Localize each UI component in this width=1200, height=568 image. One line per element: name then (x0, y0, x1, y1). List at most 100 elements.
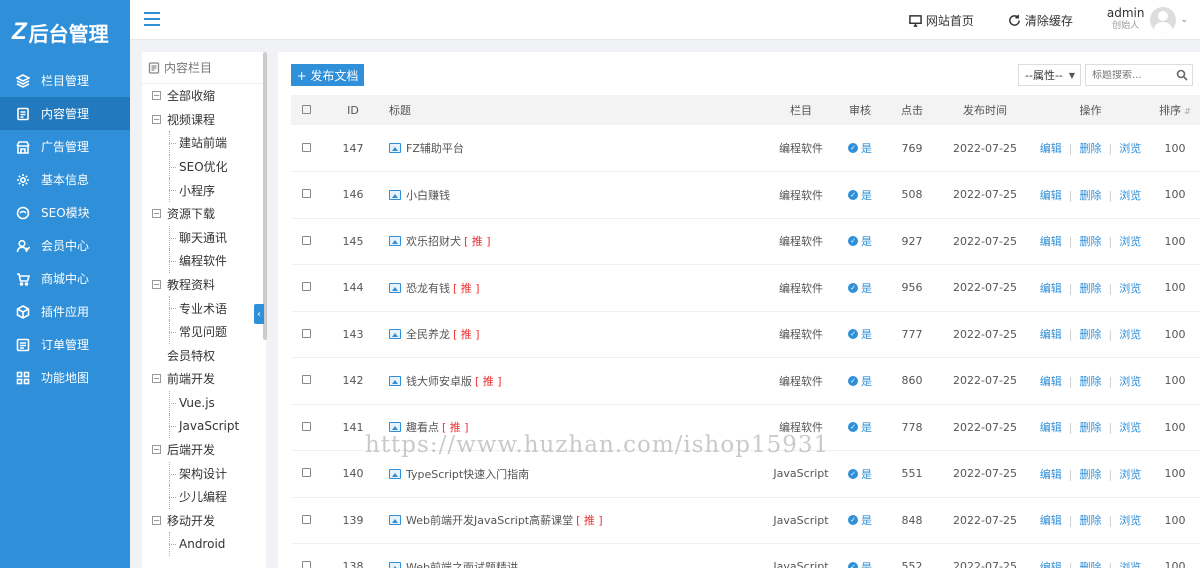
edit-link[interactable]: 编辑 (1040, 328, 1062, 341)
row-checkbox[interactable] (301, 375, 311, 385)
tree-node[interactable]: 会员特权 (142, 344, 266, 368)
delete-link[interactable]: 删除 (1080, 282, 1102, 295)
user-info[interactable]: admin 创始人 (1107, 7, 1145, 33)
audit-status[interactable]: ✓ 是 (848, 280, 872, 296)
tree-node[interactable]: SEO优化 (142, 154, 266, 179)
view-link[interactable]: 浏览 (1119, 514, 1141, 527)
sidebar-item-5[interactable]: 会员中心 (0, 229, 130, 262)
avatar[interactable] (1150, 7, 1177, 33)
view-link[interactable]: 浏览 (1119, 375, 1141, 388)
row-checkbox[interactable] (301, 328, 311, 338)
view-link[interactable]: 浏览 (1119, 282, 1141, 295)
row-title[interactable]: 欢乐招财犬 (406, 233, 461, 249)
tree-node[interactable]: − 资源下载 (142, 202, 266, 226)
audit-status[interactable]: ✓ 是 (848, 233, 872, 249)
row-title[interactable]: 趣看点 (406, 419, 439, 435)
tree-node[interactable]: JavaScript (142, 414, 266, 438)
audit-status[interactable]: ✓ 是 (848, 512, 872, 528)
row-checkbox[interactable] (301, 561, 311, 568)
row-checkbox[interactable] (301, 468, 311, 478)
collapse-panel-button[interactable]: ‹ (254, 304, 264, 324)
delete-link[interactable]: 删除 (1080, 235, 1102, 248)
delete-link[interactable]: 删除 (1080, 189, 1102, 202)
delete-link[interactable]: 删除 (1080, 514, 1102, 527)
logo[interactable]: Z 后台管理 (0, 0, 130, 64)
attribute-select[interactable]: --属性-- ▼ (1018, 64, 1081, 86)
edit-link[interactable]: 编辑 (1040, 282, 1062, 295)
row-title[interactable]: 恐龙有钱 (406, 280, 450, 296)
row-title[interactable]: 钱大师安卓版 (406, 373, 472, 389)
row-title[interactable]: FZ辅助平台 (406, 140, 464, 156)
sidebar-item-2[interactable]: 广告管理 (0, 130, 130, 163)
publish-button[interactable]: + 发布文档 (291, 64, 364, 86)
edit-link[interactable]: 编辑 (1040, 561, 1062, 568)
collapse-toggle-icon[interactable]: − (152, 209, 161, 219)
sidebar-item-7[interactable]: 插件应用 (0, 295, 130, 328)
row-checkbox[interactable] (301, 282, 311, 292)
delete-link[interactable]: 删除 (1080, 561, 1102, 568)
tree-node[interactable]: 少儿编程 (142, 485, 266, 509)
chevron-down-icon[interactable]: ⌄ (1180, 15, 1188, 25)
collapse-toggle-icon[interactable]: − (152, 445, 161, 455)
row-title[interactable]: Web前端开发JavaScript高薪课堂 (406, 512, 573, 528)
audit-status[interactable]: ✓ 是 (848, 559, 872, 568)
sidebar-item-4[interactable]: SEO模块 (0, 196, 130, 229)
select-all-checkbox[interactable] (301, 104, 311, 114)
collapse-toggle-icon[interactable]: − (152, 91, 161, 101)
delete-link[interactable]: 删除 (1080, 468, 1102, 481)
sidebar-item-3[interactable]: 基本信息 (0, 163, 130, 196)
delete-link[interactable]: 删除 (1080, 421, 1102, 434)
collapse-toggle-icon[interactable]: − (152, 515, 161, 525)
audit-status[interactable]: ✓ 是 (848, 466, 872, 482)
edit-link[interactable]: 编辑 (1040, 142, 1062, 155)
tree-node[interactable]: 编程软件 (142, 249, 266, 273)
delete-link[interactable]: 删除 (1080, 375, 1102, 388)
tree-node[interactable]: − 后端开发 (142, 438, 266, 462)
view-link[interactable]: 浏览 (1119, 328, 1141, 341)
audit-status[interactable]: ✓ 是 (848, 373, 872, 389)
edit-link[interactable]: 编辑 (1040, 514, 1062, 527)
site-home-link[interactable]: 网站首页 (908, 12, 974, 29)
row-title[interactable]: 全民养龙 (406, 326, 450, 342)
tree-node[interactable]: 常见问题 (142, 319, 266, 344)
tree-node[interactable]: Android (142, 532, 266, 556)
edit-link[interactable]: 编辑 (1040, 189, 1062, 202)
row-checkbox[interactable] (301, 142, 311, 152)
col-sort[interactable]: 排序 ⇵ (1150, 95, 1200, 125)
row-checkbox[interactable] (301, 235, 311, 245)
search-icon[interactable] (1176, 69, 1188, 81)
tree-node[interactable]: − 视频课程 (142, 108, 266, 132)
tree-node[interactable]: 架构设计 (142, 461, 266, 486)
sidebar-item-6[interactable]: 商城中心 (0, 262, 130, 295)
collapse-toggle-icon[interactable]: − (152, 280, 161, 290)
sort-icon[interactable]: ⇵ (1184, 107, 1191, 116)
edit-link[interactable]: 编辑 (1040, 468, 1062, 481)
search-input[interactable] (1092, 69, 1176, 81)
audit-status[interactable]: ✓ 是 (848, 187, 872, 203)
edit-link[interactable]: 编辑 (1040, 235, 1062, 248)
sidebar-item-8[interactable]: 订单管理 (0, 328, 130, 361)
tree-node[interactable]: − 教程资料 (142, 273, 266, 297)
audit-status[interactable]: ✓ 是 (848, 419, 872, 435)
collapse-toggle-icon[interactable]: − (152, 374, 161, 384)
row-checkbox[interactable] (301, 189, 311, 199)
row-checkbox[interactable] (301, 421, 311, 431)
tree-node[interactable]: − 全部收缩 (142, 84, 266, 108)
view-link[interactable]: 浏览 (1119, 142, 1141, 155)
tree-node[interactable]: − 前端开发 (142, 367, 266, 391)
menu-toggle-icon[interactable] (144, 12, 160, 26)
view-link[interactable]: 浏览 (1119, 561, 1141, 568)
collapse-toggle-icon[interactable]: − (152, 114, 161, 124)
tree-node[interactable]: Vue.js (142, 390, 266, 415)
audit-status[interactable]: ✓ 是 (848, 140, 872, 156)
tree-scrollbar[interactable] (263, 52, 267, 340)
sidebar-item-1[interactable]: 内容管理 (0, 97, 130, 130)
edit-link[interactable]: 编辑 (1040, 421, 1062, 434)
edit-link[interactable]: 编辑 (1040, 375, 1062, 388)
clear-cache-link[interactable]: 清除缓存 (1008, 12, 1073, 29)
view-link[interactable]: 浏览 (1119, 235, 1141, 248)
delete-link[interactable]: 删除 (1080, 142, 1102, 155)
sidebar-item-0[interactable]: 栏目管理 (0, 64, 130, 97)
delete-link[interactable]: 删除 (1080, 328, 1102, 341)
tree-node[interactable]: 小程序 (142, 178, 266, 202)
